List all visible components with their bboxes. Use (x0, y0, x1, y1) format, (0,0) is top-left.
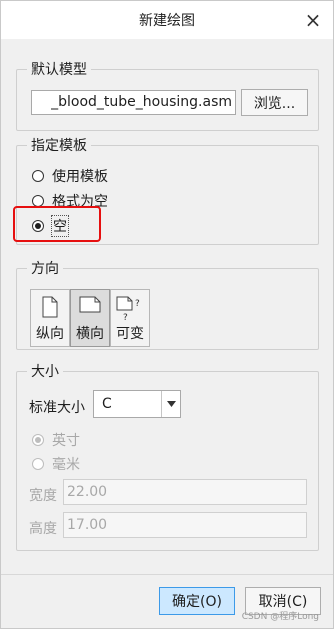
radio-inch-label: 英寸 (52, 433, 80, 449)
title-bar[interactable]: 新建绘图 × (1, 1, 333, 39)
orientation-portrait-label: 纵向 (36, 326, 64, 342)
orientation-variable-button[interactable]: ? ? 可变 (110, 289, 150, 347)
new-drawing-dialog: 新建绘图 × 默认模型 _blood_tube_housing.asm 浏览..… (0, 0, 334, 629)
radio-use-template[interactable] (32, 170, 44, 182)
footer-divider (1, 574, 333, 575)
ok-button[interactable]: 确定(O) (159, 587, 235, 615)
orientation-group: 方向 纵向 横向 ? ? 可变 (16, 258, 319, 350)
template-option-use-template[interactable]: 使用模板 (32, 166, 108, 186)
variable-page-icon: ? ? (116, 296, 140, 322)
width-label: 宽度 (29, 488, 57, 504)
unit-option-inch[interactable]: 英寸 (32, 430, 80, 450)
default-model-group: 默认模型 _blood_tube_housing.asm 浏览... (16, 59, 319, 131)
orientation-variable-label: 可变 (116, 326, 144, 342)
orientation-group-title: 方向 (27, 258, 63, 278)
default-model-field[interactable]: _blood_tube_housing.asm (31, 90, 236, 115)
orientation-landscape-label: 横向 (76, 326, 104, 342)
watermark-text: CSDN @程序Long (241, 612, 319, 622)
svg-text:?: ? (123, 313, 128, 322)
height-label: 高度 (29, 521, 57, 537)
orientation-landscape-button[interactable]: 横向 (70, 289, 110, 347)
orientation-portrait-button[interactable]: 纵向 (30, 289, 70, 347)
template-group-title: 指定模板 (27, 135, 91, 155)
annotation-highlight-box (13, 206, 101, 242)
svg-text:?: ? (135, 299, 140, 309)
browse-button[interactable]: 浏览... (241, 89, 308, 116)
dialog-title: 新建绘图 (139, 13, 195, 29)
radio-use-template-label: 使用模板 (52, 169, 108, 185)
standard-size-label: 标准大小 (29, 400, 85, 416)
radio-mm-label: 毫米 (52, 457, 80, 473)
radio-inch[interactable] (32, 434, 44, 446)
default-model-value: _blood_tube_housing.asm (51, 94, 232, 110)
chevron-down-icon[interactable] (161, 391, 180, 417)
size-group-title: 大小 (27, 361, 63, 381)
size-group: 大小 标准大小 C 英寸 毫米 宽度 22.00 高度 17.00 (16, 361, 319, 551)
landscape-page-icon (79, 296, 101, 313)
standard-size-select[interactable]: C (93, 390, 181, 418)
portrait-page-icon (42, 296, 58, 318)
height-field[interactable]: 17.00 (63, 512, 307, 538)
radio-mm[interactable] (32, 458, 44, 470)
standard-size-value: C (102, 396, 112, 412)
default-model-group-title: 默认模型 (27, 59, 91, 79)
close-icon[interactable]: × (301, 8, 325, 32)
unit-option-mm[interactable]: 毫米 (32, 454, 80, 474)
width-field[interactable]: 22.00 (63, 479, 307, 505)
